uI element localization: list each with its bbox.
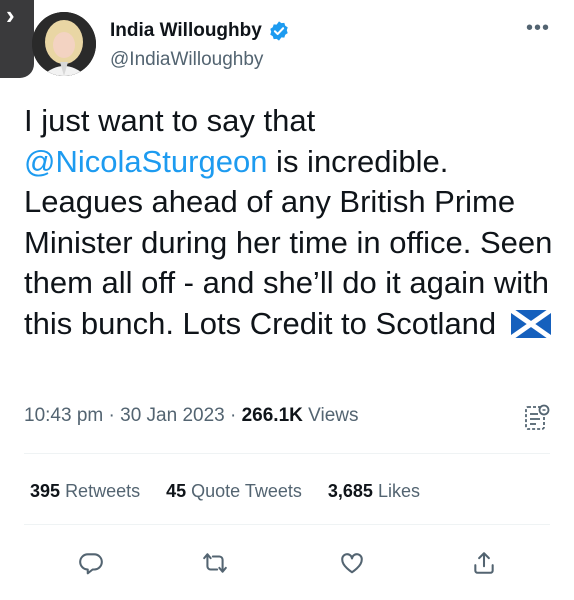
meta-separator: · [230,405,237,426]
more-icon[interactable]: ••• [526,18,550,38]
name-row: India Willoughby [110,20,290,42]
tweet-page: › India Willoughby @IndiaWilloughby ••• … [0,0,574,600]
reply-icon [79,553,103,575]
tweet-header: India Willoughby @IndiaWilloughby ••• [32,12,562,82]
tweet-meta: 10:43 pm · 30 Jan 2023 · 266.1K Views [24,405,359,427]
meta-separator: · [108,405,115,426]
tweet-text: I just want to say that @NicolaSturgeon … [24,101,554,344]
chevron-right-icon: › [6,0,15,30]
divider [24,524,550,525]
like-button[interactable] [334,545,370,581]
action-bar [0,545,574,585]
like-icon [341,553,363,574]
reply-button[interactable] [73,545,109,581]
retweet-button[interactable] [197,545,233,581]
views-label: Views [308,405,359,426]
engagement-stats: 395 Retweets 45 Quote Tweets 3,685 Likes [30,481,446,502]
avatar[interactable] [32,12,96,76]
views-count: 266.1K [241,405,303,426]
scotland-flag-icon [510,309,551,338]
retweet-icon [203,553,227,573]
display-name[interactable]: India Willoughby [110,20,262,42]
tweet-text-start: I just want to say that [24,103,316,138]
verified-badge-icon [270,21,288,41]
divider [24,453,550,454]
analytics-icon[interactable] [524,404,550,432]
tweet-date[interactable]: 30 Jan 2023 [120,405,225,426]
mention-link[interactable]: @NicolaSturgeon [24,144,267,179]
retweets-stat[interactable]: 395 Retweets [30,481,140,502]
tweet-time[interactable]: 10:43 pm [24,405,103,426]
back-edge[interactable]: › [0,0,34,78]
share-button[interactable] [466,545,502,581]
quote-tweets-stat[interactable]: 45 Quote Tweets [166,481,302,502]
share-icon [474,552,494,574]
handle[interactable]: @IndiaWilloughby [110,49,263,71]
likes-stat[interactable]: 3,685 Likes [328,481,420,502]
